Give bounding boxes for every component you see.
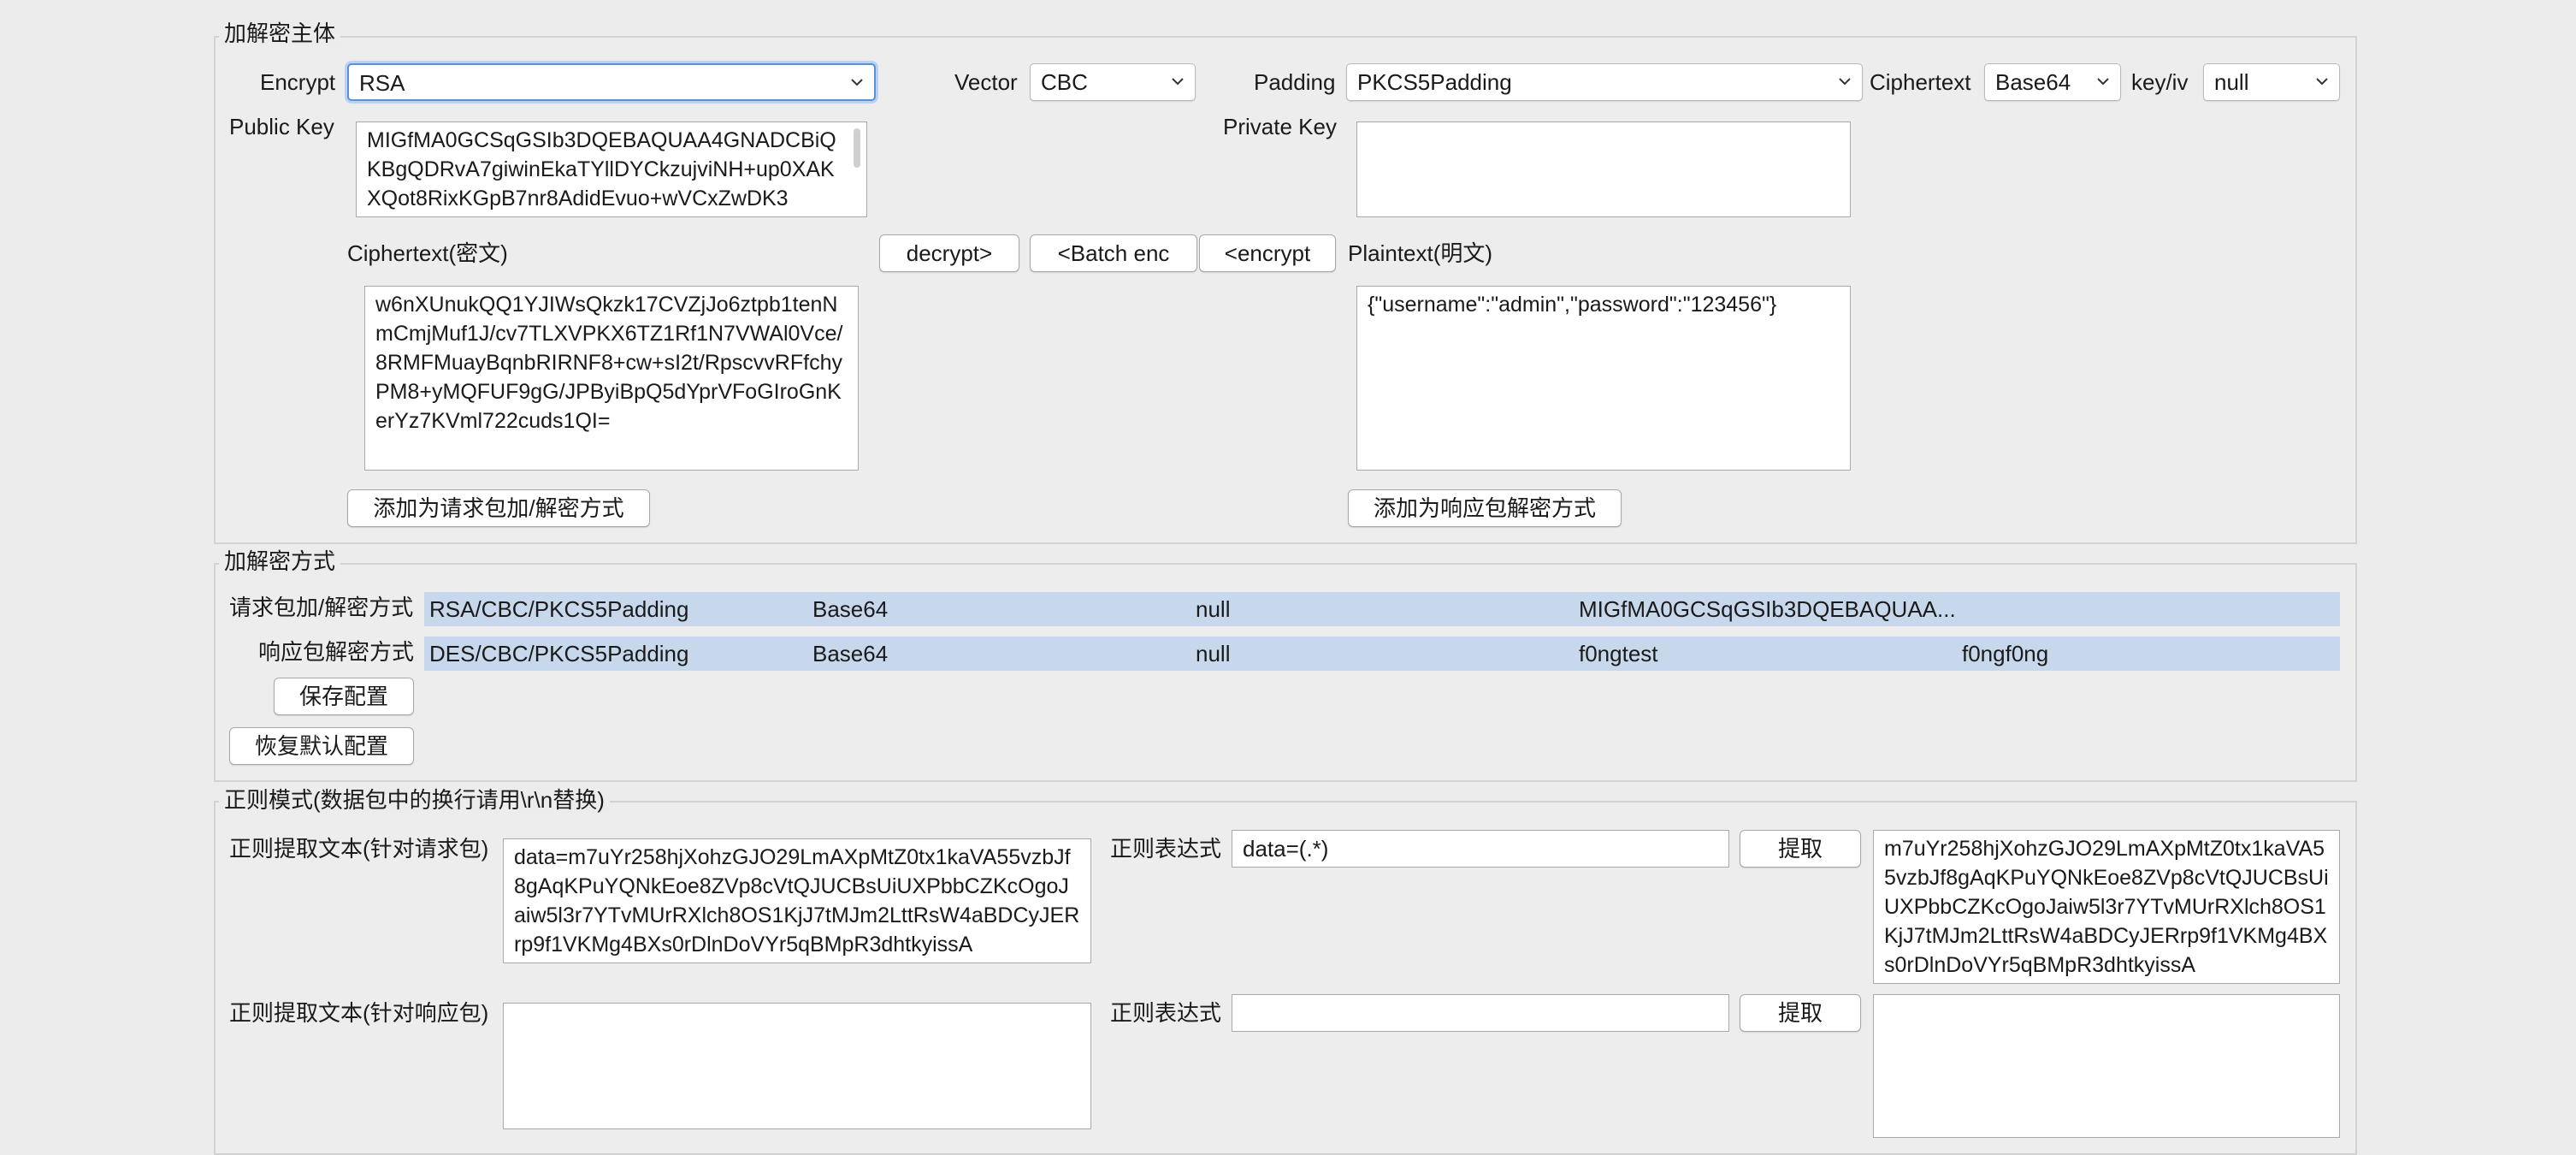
regex-title: 正则模式(数据包中的换行请用\r\n替换) xyxy=(219,787,610,813)
response-mode-key: f0ngtest xyxy=(1579,641,1658,666)
encrypt-select[interactable]: RSA xyxy=(347,63,876,101)
response-mode-label: 响应包解密方式 xyxy=(258,639,415,665)
request-mode-algorithm: RSA/CBC/PKCS5Padding xyxy=(429,596,689,622)
public-key-label: Public Key xyxy=(229,114,334,139)
regex-request-textarea[interactable]: data=m7uYr258hjXohzGJO29LmAXpMtZ0tx1kaVA… xyxy=(503,838,1091,963)
decrypt-button[interactable]: decrypt> xyxy=(879,234,1019,272)
regex-expr-input-1[interactable]: data=(.*) xyxy=(1232,830,1729,868)
batch-encrypt-button[interactable]: <Batch enc xyxy=(1030,234,1197,272)
restore-default-button[interactable]: 恢复默认配置 xyxy=(229,727,414,765)
regex-response-label: 正则提取文本(针对响应包) xyxy=(229,1000,489,1026)
chevron-down-icon xyxy=(1839,78,1851,86)
crypto-modes-title: 加解密方式 xyxy=(219,548,341,574)
encrypt-label: Encrypt xyxy=(260,69,336,95)
public-key-scrollbar[interactable] xyxy=(854,128,860,168)
request-mode-row[interactable]: RSA/CBC/PKCS5Padding Base64 null MIGfMA0… xyxy=(424,592,2340,626)
regex-expr-label-1: 正则表达式 xyxy=(1110,836,1222,862)
encrypt-button[interactable]: <encrypt xyxy=(1199,234,1336,272)
add-response-mode-button[interactable]: 添加为响应包解密方式 xyxy=(1348,489,1622,527)
regex-request-label: 正则提取文本(针对请求包) xyxy=(229,836,489,862)
encrypt-select-value: RSA xyxy=(359,70,405,96)
ciphertext-textarea[interactable]: w6nXUnukQQ1YJIWsQkzk17CVZjJo6ztpb1tenNmC… xyxy=(364,286,859,471)
plaintext-label: Plaintext(明文) xyxy=(1348,240,1493,266)
keyiv-select[interactable]: null xyxy=(2203,63,2340,101)
vector-label: Vector xyxy=(954,69,1018,95)
public-key-textarea[interactable]: MIGfMA0GCSqGSIb3DQEBAQUAA4GNADCBiQKBgQDR… xyxy=(356,121,867,217)
response-mode-row[interactable]: DES/CBC/PKCS5Padding Base64 null f0ngtes… xyxy=(424,637,2340,671)
request-mode-iv: null xyxy=(1196,596,1231,622)
ciphertext-format-value: Base64 xyxy=(1995,69,2071,95)
keyiv-select-value: null xyxy=(2214,69,2249,95)
plaintext-textarea[interactable]: {"username":"admin","password":"123456"} xyxy=(1356,286,1851,471)
padding-select-value: PKCS5Padding xyxy=(1357,69,1512,95)
regex-response-textarea[interactable] xyxy=(503,1003,1091,1129)
request-mode-label: 请求包加/解密方式 xyxy=(229,595,414,620)
regex-expr-label-2: 正则表达式 xyxy=(1110,1000,1222,1026)
regex-result-1[interactable]: m7uYr258hjXohzGJO29LmAXpMtZ0tx1kaVA55vzb… xyxy=(1873,830,2340,984)
chevron-down-icon xyxy=(1172,78,1184,86)
chevron-down-icon xyxy=(851,79,863,86)
regex-result-2[interactable] xyxy=(1873,994,2340,1138)
response-mode-extra: f0ngf0ng xyxy=(1962,641,2049,666)
private-key-textarea[interactable] xyxy=(1356,121,1851,217)
regex-expr-input-2[interactable] xyxy=(1232,994,1729,1032)
private-key-label: Private Key xyxy=(1223,114,1337,139)
keyiv-label: key/iv xyxy=(2131,69,2189,95)
request-mode-key: MIGfMA0GCSqGSIb3DQEBAQUAA... xyxy=(1579,596,1956,622)
add-request-mode-button[interactable]: 添加为请求包加/解密方式 xyxy=(347,489,650,527)
ciphertext-format-select[interactable]: Base64 xyxy=(1984,63,2121,101)
save-config-button[interactable]: 保存配置 xyxy=(274,678,414,715)
ciphertext-format-label: Ciphertext xyxy=(1870,69,1971,95)
chevron-down-icon xyxy=(2316,78,2328,86)
chevron-down-icon xyxy=(2097,78,2109,86)
request-mode-format: Base64 xyxy=(812,596,889,622)
vector-select[interactable]: CBC xyxy=(1030,63,1196,101)
response-mode-iv: null xyxy=(1196,641,1231,666)
extract-button-1[interactable]: 提取 xyxy=(1740,830,1861,868)
ciphertext-label: Ciphertext(密文) xyxy=(347,240,508,266)
response-mode-algorithm: DES/CBC/PKCS5Padding xyxy=(429,641,689,666)
crypto-main-title: 加解密主体 xyxy=(219,21,341,46)
vector-select-value: CBC xyxy=(1041,69,1088,95)
padding-select[interactable]: PKCS5Padding xyxy=(1346,63,1863,101)
response-mode-format: Base64 xyxy=(812,641,889,666)
padding-label: Padding xyxy=(1254,69,1336,95)
extract-button-2[interactable]: 提取 xyxy=(1740,994,1861,1032)
